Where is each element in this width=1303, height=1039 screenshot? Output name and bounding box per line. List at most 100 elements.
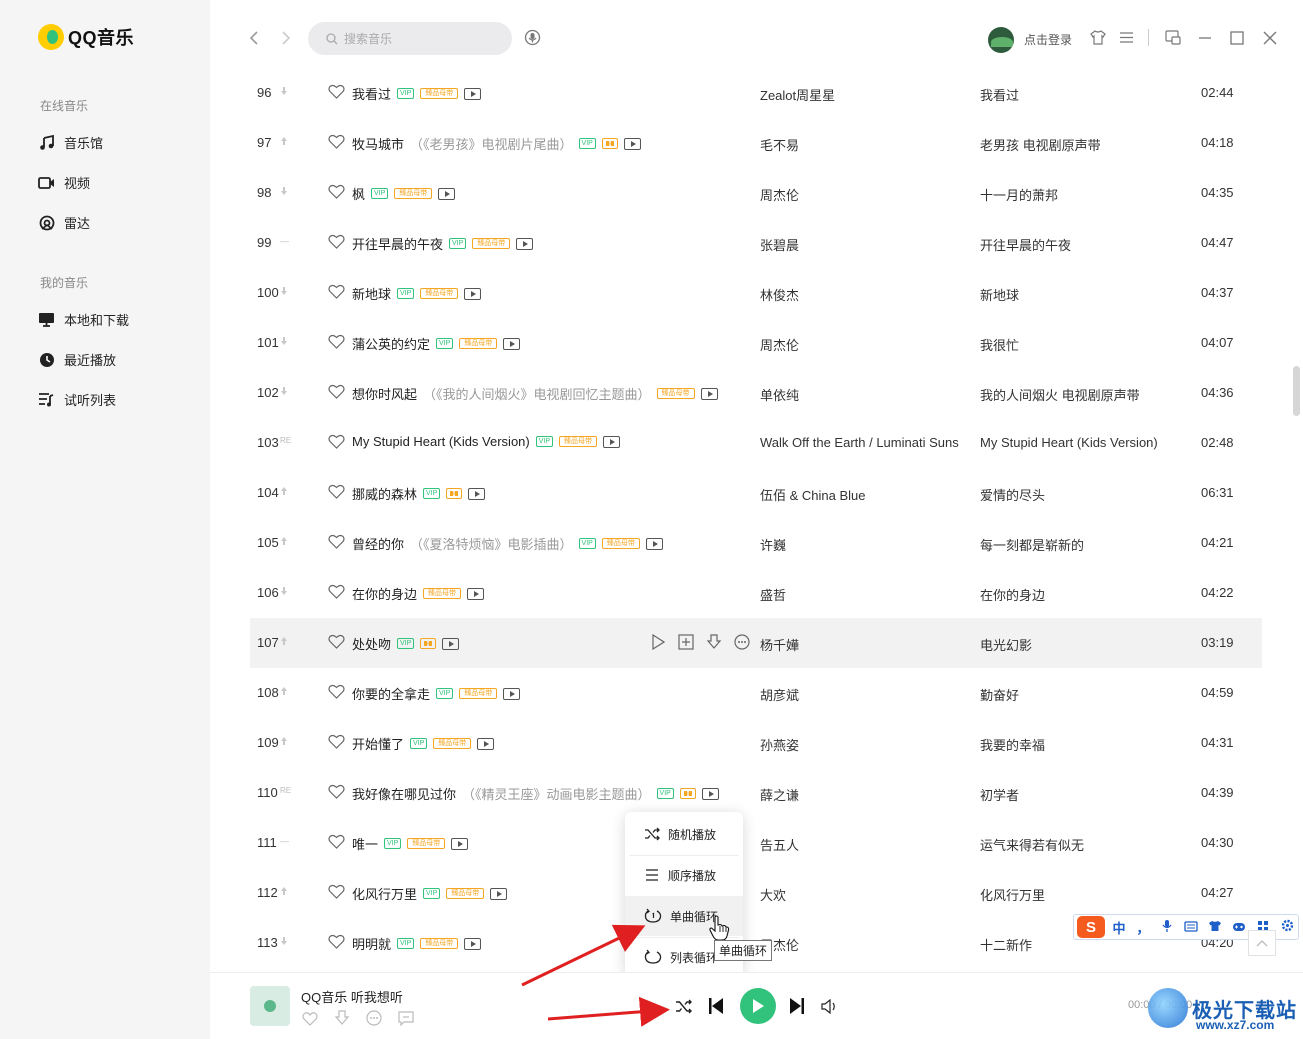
song-row[interactable]: 96 我看过 VIP 臻品母带 Zealot周星星 我看过 02:44	[250, 68, 1262, 118]
mv-icon[interactable]	[468, 487, 486, 500]
song-album[interactable]: 十一月的萧邦	[980, 185, 1058, 204]
song-artist[interactable]: 大欢	[760, 885, 786, 904]
sidebar-item-local-download[interactable]: 本地和下载	[38, 310, 129, 329]
heart-icon[interactable]	[328, 684, 345, 700]
volume-button[interactable]	[820, 997, 838, 1015]
song-artist[interactable]: 薛之谦	[760, 785, 799, 804]
like-button[interactable]	[301, 1009, 319, 1027]
song-artist[interactable]: 许巍	[760, 535, 786, 554]
play-icon[interactable]	[648, 632, 667, 651]
sidebar-item-video[interactable]: 视频	[38, 173, 90, 192]
song-album[interactable]: My Stupid Heart (Kids Version)	[980, 435, 1158, 450]
main-menu-button[interactable]	[1118, 29, 1135, 46]
heart-icon[interactable]	[328, 384, 345, 400]
song-album[interactable]: 每一刻都是崭新的	[980, 535, 1084, 554]
song-title[interactable]: 牧马城市	[352, 134, 404, 153]
song-album[interactable]: 我很忙	[980, 335, 1019, 354]
song-row[interactable]: 107 处处吻 VIP 杨千嬅 电光幻影 03:19	[250, 618, 1262, 668]
song-title[interactable]: 开始懂了	[352, 734, 404, 753]
song-title[interactable]: My Stupid Heart (Kids Version)	[352, 434, 530, 449]
song-row[interactable]: 101 蒲公英的约定 VIP 臻品母带 周杰伦 我很忙 04:07	[250, 318, 1262, 368]
voice-search-button[interactable]	[524, 29, 541, 46]
song-album[interactable]: 开往早晨的午夜	[980, 235, 1071, 254]
song-title[interactable]: 我好像在哪见过你	[352, 784, 456, 803]
sidebar-item-recent[interactable]: 最近播放	[38, 350, 116, 369]
comment-button[interactable]	[397, 1009, 415, 1027]
mv-icon[interactable]	[503, 337, 521, 350]
song-row[interactable]: 111— 唯一 VIP 臻品母带 告五人 运气来得若有似无 04:30	[250, 818, 1262, 868]
song-title[interactable]: 挪威的森林	[352, 484, 417, 503]
song-artist[interactable]: 张碧晨	[760, 235, 799, 254]
album-cover[interactable]	[250, 986, 290, 1026]
close-button[interactable]	[1261, 29, 1278, 46]
song-title[interactable]: 开往早晨的午夜	[352, 234, 443, 253]
song-album[interactable]: 勤奋好	[980, 685, 1019, 704]
mv-icon[interactable]	[516, 237, 534, 250]
settings-icon[interactable]	[1277, 919, 1297, 935]
mv-icon[interactable]	[490, 887, 508, 900]
search-input[interactable]	[344, 31, 494, 46]
song-artist[interactable]: Zealot周星星	[760, 85, 835, 104]
back-button[interactable]	[246, 28, 262, 48]
heart-icon[interactable]	[328, 284, 345, 300]
song-row[interactable]: 103 RE My Stupid Heart (Kids Version) VIP 臻品…	[250, 418, 1262, 468]
add-icon[interactable]	[676, 632, 695, 651]
download-icon[interactable]	[704, 632, 723, 651]
song-album[interactable]: 电光幻影	[980, 635, 1032, 654]
song-row[interactable]: 102 想你时风起 （《我的人间烟火》电视剧回忆主题曲） 臻品母带 单依纯 我的人间烟火 …	[250, 368, 1262, 418]
song-title[interactable]: 蒲公英的约定	[352, 334, 430, 353]
song-artist[interactable]: 周杰伦	[760, 335, 799, 354]
song-artist[interactable]: 伍佰 & China Blue	[760, 485, 866, 504]
song-artist[interactable]: 单依纯	[760, 385, 799, 404]
heart-icon[interactable]	[328, 734, 345, 750]
ime-punctuation-toggle[interactable]: ，	[1133, 918, 1153, 937]
previous-button[interactable]	[707, 996, 725, 1016]
sidebar-item-music-hall[interactable]: 音乐馆	[38, 133, 103, 152]
mv-icon[interactable]	[701, 787, 719, 800]
play-button[interactable]	[740, 988, 776, 1024]
song-artist[interactable]: 周杰伦	[760, 185, 799, 204]
song-album[interactable]: 新地球	[980, 285, 1019, 304]
microphone-icon[interactable]	[1157, 919, 1177, 936]
song-row[interactable]: 99— 开往早晨的午夜 VIP 臻品母带 张碧晨 开往早晨的午夜 04:47	[250, 218, 1262, 268]
mv-icon[interactable]	[603, 435, 621, 448]
back-to-top-button[interactable]	[1248, 930, 1276, 956]
song-title[interactable]: 处处吻	[352, 634, 391, 653]
login-link[interactable]: 点击登录	[1024, 31, 1072, 48]
song-artist[interactable]: 胡彦斌	[760, 685, 799, 704]
heart-icon[interactable]	[328, 884, 345, 900]
heart-icon[interactable]	[328, 484, 345, 500]
song-artist[interactable]: 告五人	[760, 835, 799, 854]
song-row[interactable]: 109 开始懂了 VIP 臻品母带 孙燕姿 我要的幸福 04:31	[250, 718, 1262, 768]
song-row[interactable]: 98 枫 VIP 臻品母带 周杰伦 十一月的萧邦 04:35	[250, 168, 1262, 218]
more-button[interactable]	[365, 1009, 383, 1027]
heart-icon[interactable]	[328, 634, 345, 650]
sogou-logo-icon[interactable]: S	[1077, 916, 1105, 938]
mv-icon[interactable]	[477, 737, 495, 750]
maximize-button[interactable]	[1228, 29, 1245, 46]
heart-icon[interactable]	[328, 534, 345, 550]
mv-icon[interactable]	[503, 687, 521, 700]
song-row[interactable]: 105 曾经的你 （《夏洛特烦恼》电影插曲） VIP 臻品母带 许巍 每一刻都是崭新的 04:…	[250, 518, 1262, 568]
song-row[interactable]: 104 挪威的森林 VIP 伍佰 & China Blue 爱情的尽头 06:31	[250, 468, 1262, 518]
song-album[interactable]: 我看过	[980, 85, 1019, 104]
mv-icon[interactable]	[442, 637, 460, 650]
song-album[interactable]: 爱情的尽头	[980, 485, 1045, 504]
mv-icon[interactable]	[645, 537, 663, 550]
song-album[interactable]: 我的人间烟火 电视剧原声带	[980, 385, 1140, 404]
song-title[interactable]: 想你时风起	[352, 384, 417, 403]
heart-icon[interactable]	[328, 184, 345, 200]
song-row[interactable]: 112 化风行万里 VIP 臻品母带 大欢 化风行万里 04:27	[250, 868, 1262, 918]
song-title[interactable]: 新地球	[352, 284, 391, 303]
song-title[interactable]: 唯一	[352, 834, 378, 853]
mv-icon[interactable]	[623, 137, 641, 150]
keyboard-icon[interactable]	[1181, 920, 1201, 935]
more-icon[interactable]	[732, 632, 751, 651]
song-title[interactable]: 你要的全拿走	[352, 684, 430, 703]
scrollbar-thumb[interactable]	[1293, 366, 1300, 416]
heart-icon[interactable]	[328, 434, 345, 450]
mv-icon[interactable]	[467, 587, 485, 600]
song-title[interactable]: 枫	[352, 184, 365, 203]
mv-icon[interactable]	[464, 287, 482, 300]
play-mode-sequential[interactable]: 顺序播放	[625, 855, 743, 895]
